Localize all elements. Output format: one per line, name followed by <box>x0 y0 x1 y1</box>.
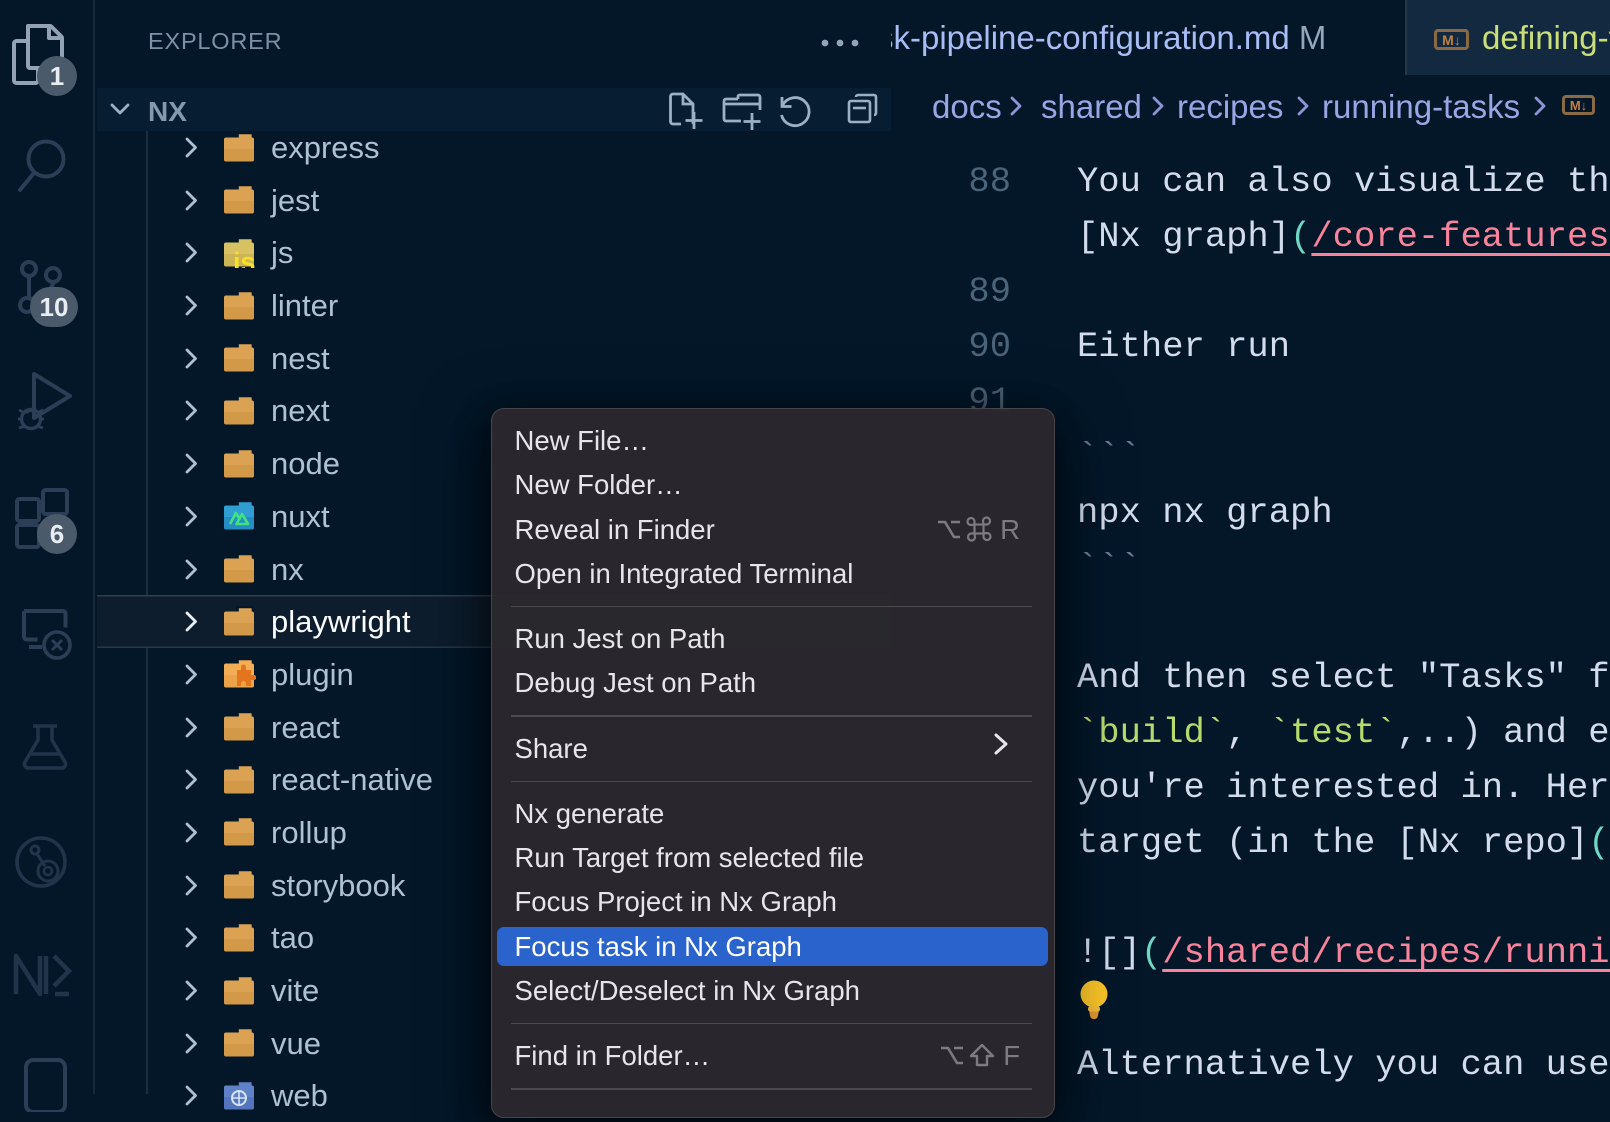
svg-text:js: js <box>232 247 256 268</box>
